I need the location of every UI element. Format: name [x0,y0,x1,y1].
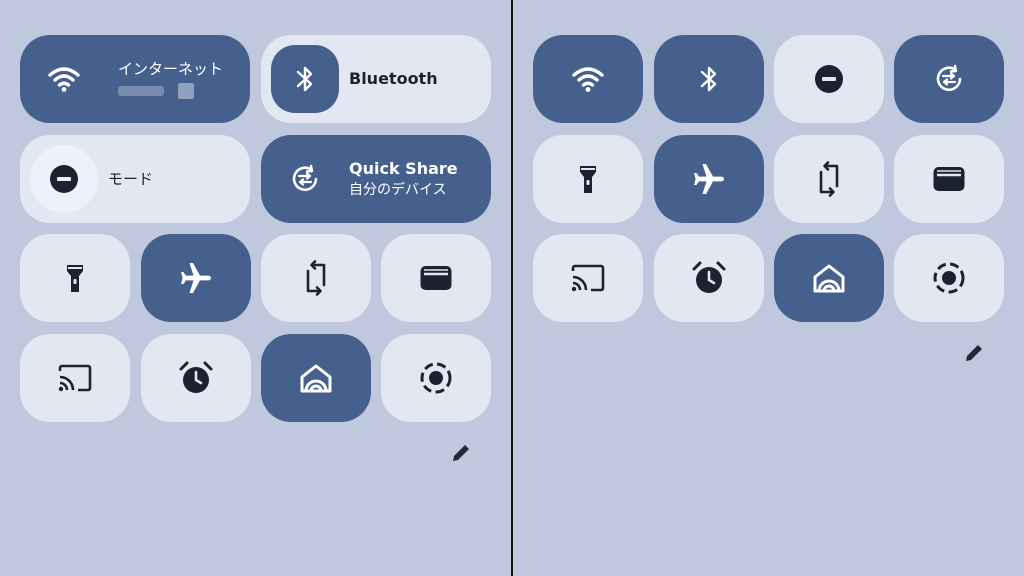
edit-pencil-icon [450,442,472,464]
do-not-disturb-icon [30,145,98,213]
tile-cast[interactable] [20,334,130,422]
do-not-disturb-icon [814,64,844,94]
alarm-icon [178,360,214,396]
tile-alarm[interactable] [141,334,251,422]
wallet-icon [932,165,966,193]
tile-screen-record[interactable] [381,334,491,422]
edit-button[interactable] [962,341,986,365]
tile-do-not-disturb[interactable] [774,35,884,123]
auto-rotate-icon [303,259,329,297]
flashlight-icon [578,163,598,195]
tile-bluetooth-label: Bluetooth [349,69,438,88]
edit-button[interactable] [449,441,473,465]
wallet-icon [419,264,453,292]
tile-quick-share-title: Quick Share [349,159,458,178]
quick-share-icon [933,63,965,95]
tile-quick-share[interactable] [894,35,1004,123]
tile-auto-rotate[interactable] [261,234,371,322]
quick-settings-expanded: インターネット Bluetooth モード Quick Share 自分のデバイ… [0,0,511,576]
tile-screen-record[interactable] [894,234,1004,322]
tile-quick-share[interactable]: Quick Share 自分のデバイス [261,135,491,223]
tile-home[interactable] [261,334,371,422]
tile-home[interactable] [774,234,884,322]
quick-settings-compact [513,0,1024,576]
screen-record-icon [932,261,966,295]
tile-wallet[interactable] [381,234,491,322]
tile-airplane-mode[interactable] [141,234,251,322]
tile-internet[interactable]: インターネット [20,35,250,123]
tile-quick-share-subtitle: 自分のデバイス [349,182,447,198]
wifi-icon [30,45,98,113]
cast-icon [58,364,92,392]
airplane-icon [692,162,726,196]
tile-auto-rotate[interactable] [774,135,884,223]
quick-share-icon [271,145,339,213]
network-name-redacted [118,83,223,99]
wifi-icon [571,65,605,93]
home-icon [299,363,333,393]
edit-pencil-icon [963,342,985,364]
tile-internet-label: インターネット [118,60,224,78]
auto-rotate-icon [816,160,842,198]
tile-wallet[interactable] [894,135,1004,223]
home-icon [812,263,846,293]
alarm-icon [691,260,727,296]
tile-do-not-disturb[interactable]: モード [20,135,250,223]
tile-bluetooth[interactable] [654,35,764,123]
tile-bluetooth[interactable]: Bluetooth [261,35,491,123]
tile-dnd-label: モード [108,170,154,188]
bluetooth-icon [698,64,720,94]
tile-flashlight[interactable] [20,234,130,322]
flashlight-icon [65,262,85,294]
tile-cast[interactable] [533,234,643,322]
screen-record-icon [419,361,453,395]
tile-alarm[interactable] [654,234,764,322]
tile-internet[interactable] [533,35,643,123]
airplane-icon [179,261,213,295]
cast-icon [571,264,605,292]
tile-flashlight[interactable] [533,135,643,223]
bluetooth-icon [271,45,339,113]
tile-airplane-mode[interactable] [654,135,764,223]
